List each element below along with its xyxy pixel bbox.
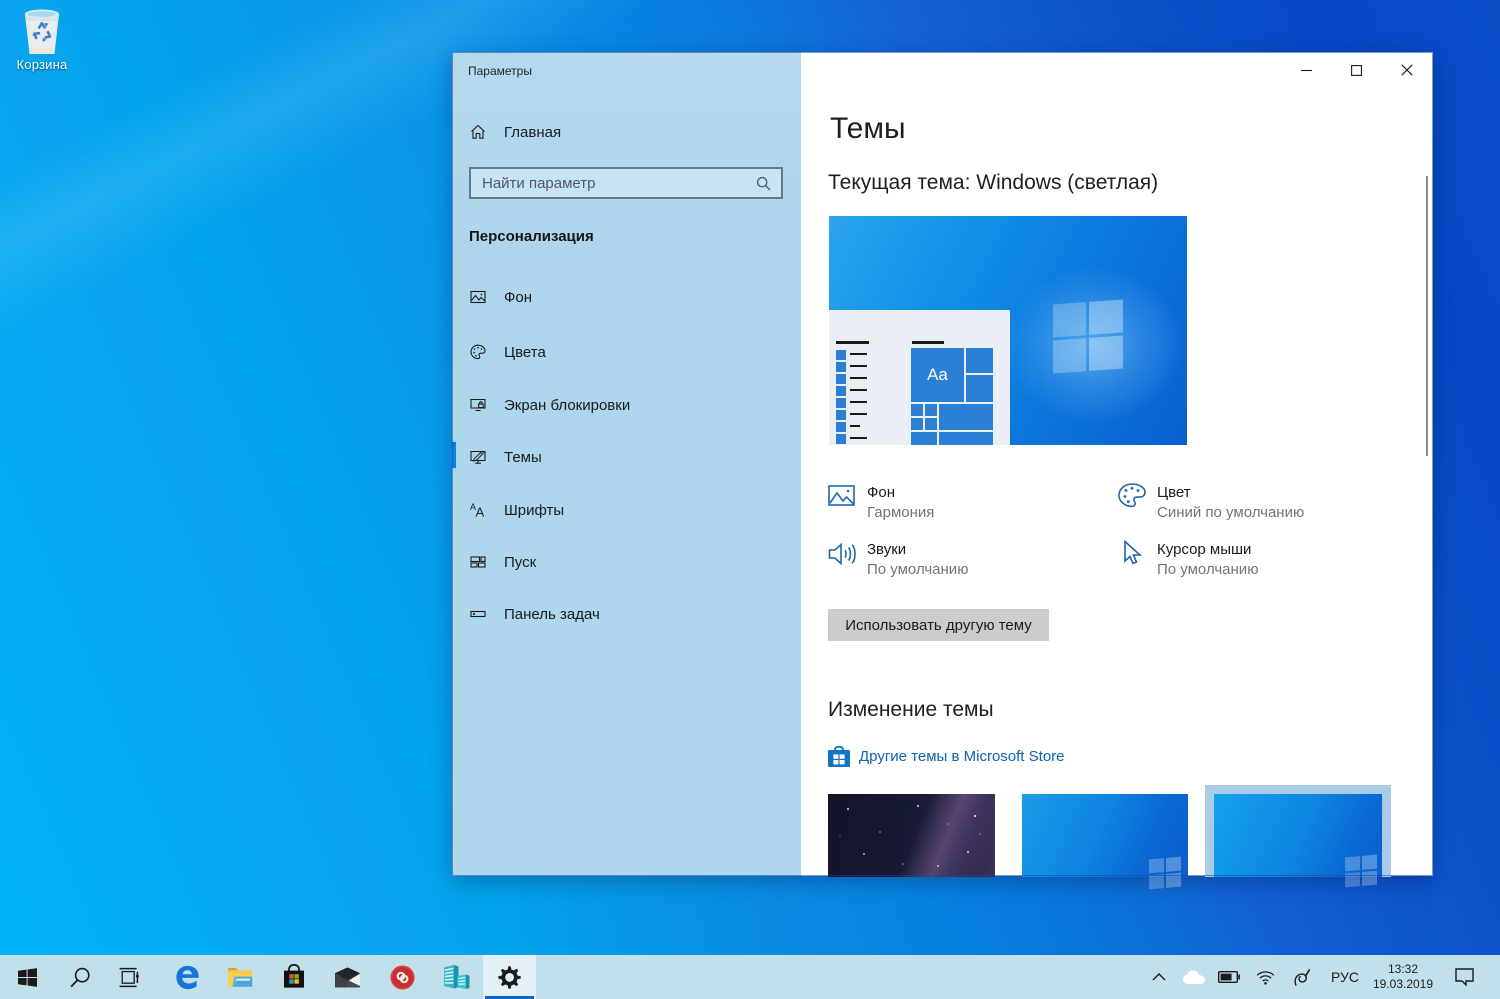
svg-text:A: A — [476, 505, 485, 519]
